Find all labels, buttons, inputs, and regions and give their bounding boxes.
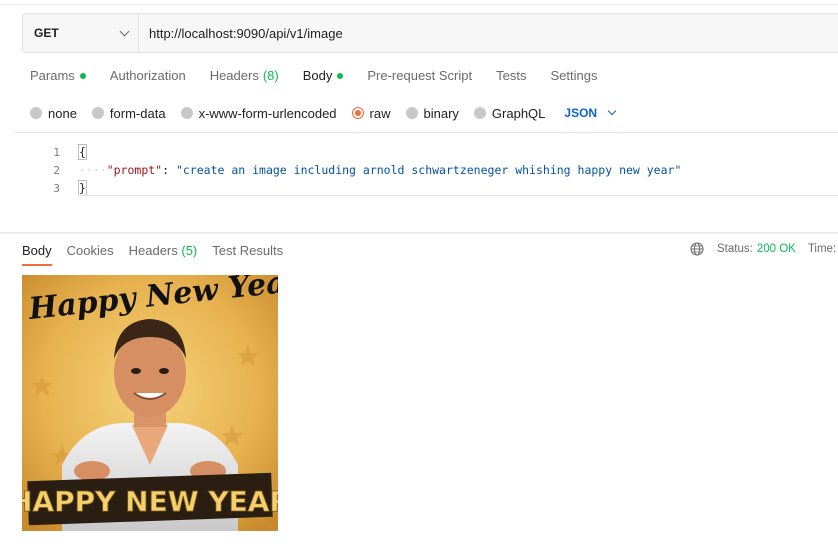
tab-params[interactable]: Params xyxy=(30,62,86,90)
status-code: 200 OK xyxy=(756,243,796,255)
json-key: "prompt" xyxy=(106,163,163,177)
editor-line: 1 { xyxy=(22,143,838,161)
body-type-form-data[interactable]: form-data xyxy=(91,105,166,121)
status-label: Status: xyxy=(717,243,753,255)
body-type-urlencoded-label: x-www-form-urlencoded xyxy=(198,105,337,121)
response-tab-body[interactable]: Body xyxy=(22,237,52,266)
radio-icon xyxy=(180,107,193,119)
tab-tests[interactable]: Tests xyxy=(496,62,526,90)
body-type-graphql-label: GraphQL xyxy=(491,105,546,121)
line-number: 1 xyxy=(53,145,60,159)
json-colon: : xyxy=(162,163,176,177)
tab-settings-label: Settings xyxy=(550,68,598,83)
method-label: GET xyxy=(34,26,59,40)
tab-headers-count: (8) xyxy=(262,68,279,83)
method-select[interactable]: GET xyxy=(23,14,139,52)
time-label: Time: xyxy=(807,243,837,255)
body-type-options: none form-data x-www-form-urlencoded raw… xyxy=(30,101,617,125)
indent-guide: ···· xyxy=(79,163,107,177)
tab-pre-request-script[interactable]: Pre-request Script xyxy=(367,62,472,90)
response-tabs: Body Cookies Headers (5) Test Results xyxy=(22,237,298,267)
response-image: Happy New Year! HAPPY NEW YEAR xyxy=(22,275,278,531)
pane-resize-handle[interactable] xyxy=(0,232,838,234)
line-number: 2 xyxy=(53,163,60,177)
url-bar: GET http://localhost:9090/api/v1/image xyxy=(22,13,838,53)
body-type-none[interactable]: none xyxy=(30,106,77,121)
response-tab-body-label: Body xyxy=(22,243,52,258)
response-tab-cookies-label: Cookies xyxy=(66,243,114,258)
response-tab-headers[interactable]: Headers (5) xyxy=(129,237,198,265)
body-type-form-data-label: form-data xyxy=(109,105,166,121)
response-tab-cookies[interactable]: Cookies xyxy=(67,237,114,265)
body-type-none-label: none xyxy=(48,105,77,121)
image-bottom-text: HAPPY NEW YEAR xyxy=(22,485,278,518)
radio-icon xyxy=(473,107,486,119)
body-indicator-dot xyxy=(337,73,344,79)
radio-selected-icon xyxy=(351,107,364,119)
radio-icon xyxy=(30,107,42,119)
body-type-binary-label: binary xyxy=(423,105,459,121)
url-input[interactable]: http://localhost:9090/api/v1/image xyxy=(139,26,343,41)
tab-headers-label: Headers xyxy=(209,68,259,83)
response-tab-test-results-label: Test Results xyxy=(212,243,284,258)
body-type-graphql[interactable]: GraphQL xyxy=(473,105,546,121)
tab-settings[interactable]: Settings xyxy=(550,62,597,90)
tab-body-label: Body xyxy=(302,68,333,83)
radio-icon xyxy=(91,107,104,119)
chevron-down-icon xyxy=(607,106,617,116)
tab-authorization[interactable]: Authorization xyxy=(110,62,186,90)
body-editor[interactable]: 1 { 2 ····"prompt": "create an image inc… xyxy=(22,141,838,229)
params-indicator-dot xyxy=(79,73,86,79)
body-type-raw-label: raw xyxy=(369,105,391,121)
tab-authorization-label: Authorization xyxy=(109,68,186,83)
response-tab-headers-count: (5) xyxy=(181,243,198,258)
json-value: "create an image including arnold schwar… xyxy=(175,163,682,177)
editor-divider xyxy=(78,195,838,196)
tab-headers[interactable]: Headers (8) xyxy=(210,62,279,90)
radio-icon xyxy=(405,107,418,119)
body-type-binary[interactable]: binary xyxy=(405,105,459,121)
globe-icon[interactable] xyxy=(690,242,704,256)
response-status: Status: 200 OK Time: xyxy=(690,242,836,256)
raw-format-select[interactable]: JSON xyxy=(564,106,617,120)
response-tab-headers-label: Headers xyxy=(128,243,178,258)
request-tabs: Params Authorization Headers (8) Body Pr… xyxy=(30,62,621,92)
tab-params-label: Params xyxy=(30,68,75,83)
editor-line: 2 ····"prompt": "create an image includi… xyxy=(22,161,838,179)
response-tab-test-results[interactable]: Test Results xyxy=(212,237,283,265)
line-number: 3 xyxy=(53,181,60,195)
divider xyxy=(14,132,838,133)
response-image-graphic: Happy New Year! HAPPY NEW YEAR xyxy=(22,275,278,531)
chevron-down-icon xyxy=(119,26,130,36)
tab-body[interactable]: Body xyxy=(303,62,344,90)
close-brace: } xyxy=(78,180,87,196)
body-type-raw[interactable]: raw xyxy=(351,105,391,121)
body-type-urlencoded[interactable]: x-www-form-urlencoded xyxy=(180,105,337,121)
top-strip xyxy=(0,0,838,5)
open-brace: { xyxy=(78,144,87,160)
tab-pre-request-script-label: Pre-request Script xyxy=(367,68,473,83)
tab-tests-label: Tests xyxy=(496,68,527,83)
raw-format-label: JSON xyxy=(564,106,598,120)
